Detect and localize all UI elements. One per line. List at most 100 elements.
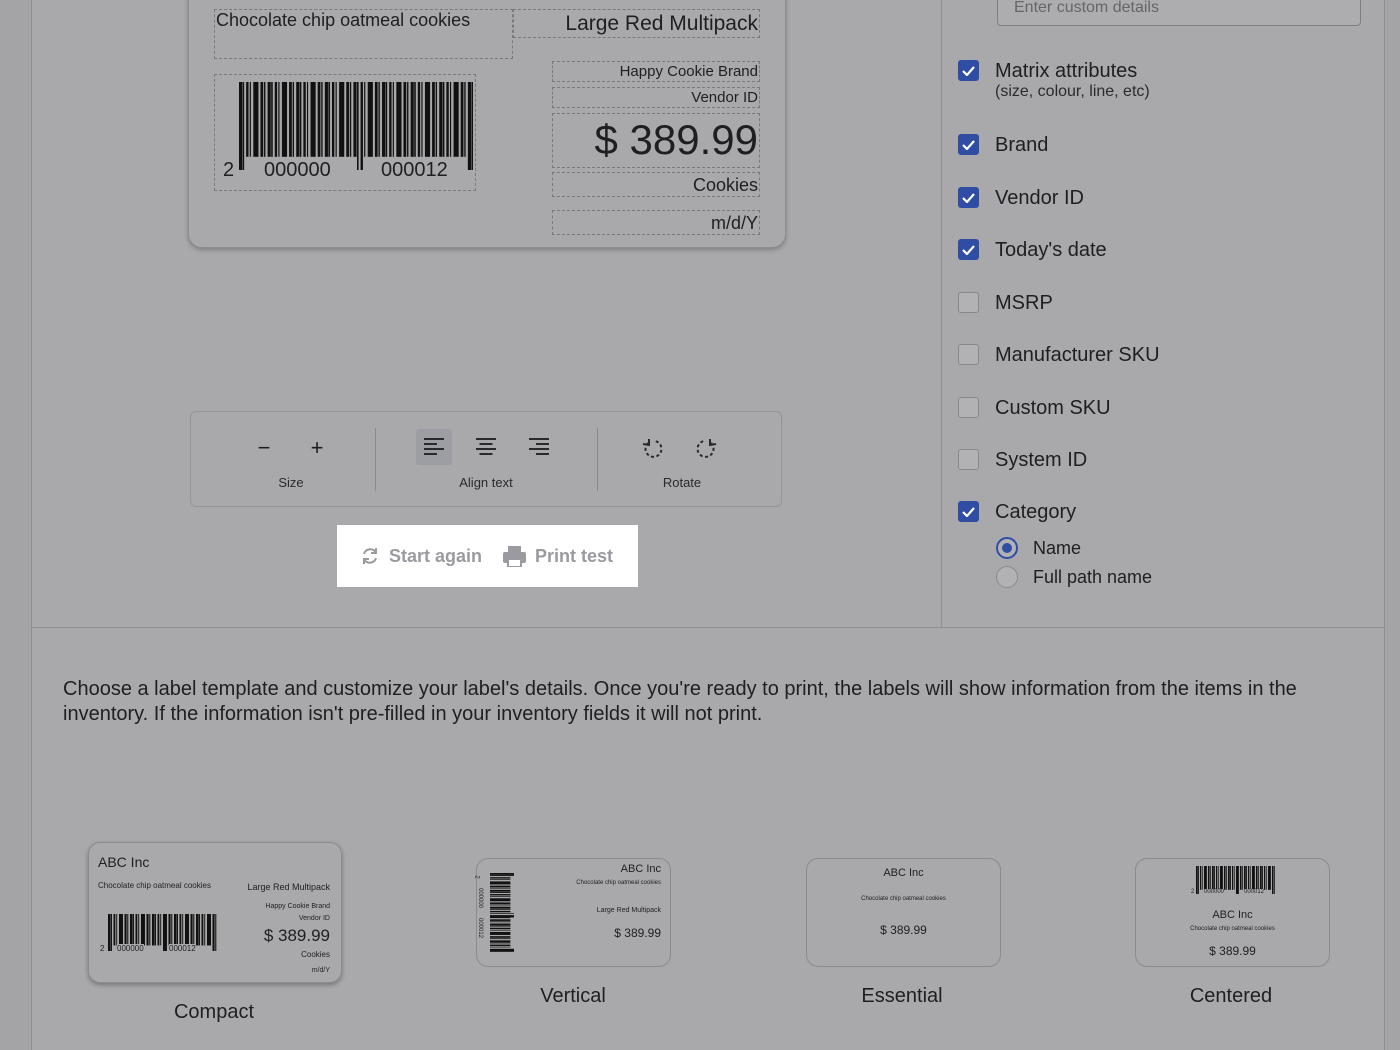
minus-icon: − <box>257 435 271 460</box>
rotate-right-icon <box>696 439 717 458</box>
template-essential-name: Essential <box>861 985 943 1007</box>
instructions-text: Choose a label template and customize yo… <box>63 678 1297 725</box>
label-barcode-field[interactable]: 2 000000 000012 <box>214 74 476 191</box>
option-brand[interactable]: Brand <box>958 133 1048 157</box>
compact-digit-right: 000012 <box>169 944 196 953</box>
custom-sku-checkbox[interactable] <box>958 397 979 418</box>
template-centered-name: Centered <box>1189 985 1273 1007</box>
centered-description: Chocolate chip oatmeal cookies <box>1190 926 1275 932</box>
size-decrease-button[interactable]: − <box>246 430 282 466</box>
label-actions: Start again Print test <box>337 525 638 587</box>
label-category-field[interactable]: Cookies <box>552 172 760 197</box>
vertical-price: $ 389.99 <box>614 926 661 940</box>
centered-digit-prefix: 2 <box>1191 889 1195 895</box>
custom-sku-label: Custom SKU <box>995 397 1111 419</box>
label-description-field[interactable]: Chocolate chip oatmeal cookies <box>214 9 513 59</box>
category-mode-full-path[interactable]: Full path name <box>996 566 1152 588</box>
matrix-attributes-label: Matrix attributes <box>995 60 1138 82</box>
check-icon <box>962 506 975 517</box>
start-again-button[interactable]: Start again <box>360 525 482 587</box>
align-center-icon <box>476 438 496 455</box>
matrix-attributes-sublabel: (size, colour, line, etc) <box>995 83 1150 100</box>
label-matrix-text: Large Red Multipack <box>565 12 758 35</box>
compact-description: Chocolate chip oatmeal cookies <box>98 881 211 890</box>
label-preview: Chocolate chip oatmeal cookies Large Red… <box>188 0 786 248</box>
option-msrp[interactable]: MSRP <box>958 291 1053 315</box>
template-essential[interactable]: ABC Inc Chocolate chip oatmeal cookies $… <box>806 858 1001 967</box>
compact-digit-prefix: 2 <box>100 944 105 953</box>
option-system-id[interactable]: System ID <box>958 448 1087 472</box>
manufacturer-sku-checkbox[interactable] <box>958 344 979 365</box>
vertical-company: ABC Inc <box>620 863 661 875</box>
label-matrix-field[interactable]: Large Red Multipack <box>513 9 760 38</box>
vertical-digit-left: 000000 <box>477 887 484 909</box>
system-id-label: System ID <box>995 449 1088 471</box>
rotate-label: Rotate <box>662 475 702 490</box>
edit-toolbar: − + Size Align text Rotate <box>190 411 782 507</box>
label-date-field[interactable]: m/d/Y <box>552 210 760 235</box>
align-center-button[interactable] <box>468 429 504 465</box>
template-centered[interactable]: 2 000000 000012 ABC Inc Chocolate chip o… <box>1135 858 1330 967</box>
barcode-digit-left: 000000 <box>262 159 333 182</box>
start-again-label: Start again <box>389 545 483 566</box>
label-price-field[interactable]: $ 389.99 <box>552 113 760 168</box>
category-full-path-label: Full path name <box>1033 566 1153 587</box>
category-mode-name[interactable]: Name <box>996 537 1081 559</box>
label-brand-field[interactable]: Happy Cookie Brand <box>552 61 760 82</box>
align-text-label: Align text <box>459 475 513 490</box>
label-date-text: m/d/Y <box>710 213 758 233</box>
option-manufacturer-sku[interactable]: Manufacturer SKU <box>958 343 1160 367</box>
label-brand-text: Happy Cookie Brand <box>619 63 758 80</box>
option-custom-sku[interactable]: Custom SKU <box>958 396 1111 420</box>
option-vendor-id[interactable]: Vendor ID <box>958 186 1084 210</box>
size-increase-button[interactable]: + <box>299 430 335 466</box>
option-category[interactable]: Category <box>958 500 1076 524</box>
custom-details-input[interactable]: Enter custom details <box>997 0 1361 26</box>
vendor-id-label: Vendor ID <box>995 187 1084 209</box>
check-icon <box>962 192 975 203</box>
option-matrix-attributes[interactable]: Matrix attributes (size, colour, line, e… <box>958 59 1150 101</box>
template-vertical[interactable]: ABC Inc Chocolate chip oatmeal cookies L… <box>473 858 671 967</box>
panel-divider-horizontal <box>31 627 1385 628</box>
print-test-button[interactable]: Print test <box>503 525 613 587</box>
check-icon <box>962 139 975 150</box>
align-left-icon <box>424 438 444 455</box>
compact-price: $ 389.99 <box>263 926 330 945</box>
option-todays-date[interactable]: Today's date <box>958 238 1107 262</box>
align-right-button[interactable] <box>521 429 557 465</box>
compact-vendor: Vendor ID <box>298 915 330 922</box>
vendor-id-checkbox[interactable] <box>958 187 979 208</box>
compact-date: m/d/Y <box>311 967 330 974</box>
vertical-description: Chocolate chip oatmeal cookies <box>576 880 661 886</box>
template-compact-name: Compact <box>173 1001 255 1023</box>
check-icon <box>962 244 975 255</box>
label-price-text: $ 389.99 <box>594 116 759 163</box>
label-vendor-field[interactable]: Vendor ID <box>552 87 760 108</box>
align-left-button[interactable] <box>416 429 452 465</box>
centered-company: ABC Inc <box>1212 909 1253 921</box>
category-label: Category <box>995 501 1077 523</box>
category-checkbox[interactable] <box>958 501 979 522</box>
custom-details-placeholder: Enter custom details <box>1014 0 1159 16</box>
category-full-path-radio[interactable] <box>996 566 1018 588</box>
label-category-text: Cookies <box>692 175 758 195</box>
size-label: Size <box>278 475 304 490</box>
toolbar-separator <box>375 428 376 491</box>
vertical-digit-prefix: 2 <box>473 875 480 879</box>
rotate-right-button[interactable] <box>688 431 724 467</box>
matrix-attributes-checkbox[interactable] <box>958 60 979 81</box>
centered-digit-left: 000000 <box>1204 889 1225 895</box>
label-vendor-text: Vendor ID <box>691 89 758 106</box>
brand-checkbox[interactable] <box>958 134 979 155</box>
plus-icon: + <box>310 435 324 460</box>
rotate-left-button[interactable] <box>635 431 671 467</box>
barcode-digit-prefix: 2 <box>223 159 235 182</box>
centered-digit-right: 000012 <box>1244 889 1265 895</box>
msrp-checkbox[interactable] <box>958 292 979 313</box>
todays-date-checkbox[interactable] <box>958 239 979 260</box>
panel-divider-vertical <box>941 0 942 628</box>
rotate-left-icon <box>642 439 663 458</box>
system-id-checkbox[interactable] <box>958 449 979 470</box>
category-name-radio[interactable] <box>996 537 1018 559</box>
template-compact[interactable]: ABC Inc Chocolate chip oatmeal cookies L… <box>88 842 342 983</box>
